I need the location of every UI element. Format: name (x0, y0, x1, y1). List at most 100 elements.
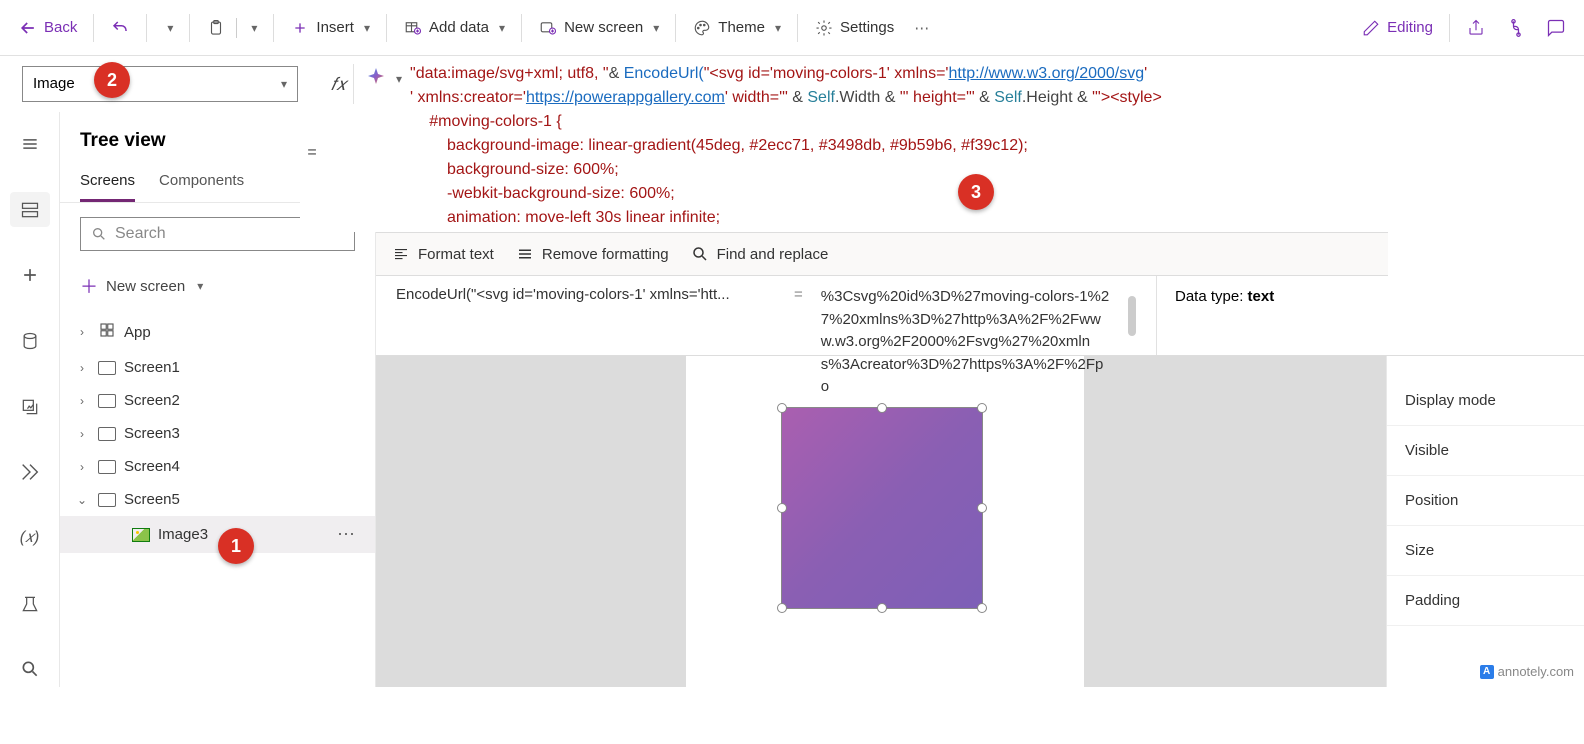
chevron-down-icon: ⌄ (74, 493, 90, 507)
new-screen-label: New screen (106, 278, 185, 295)
tree-item-screen4[interactable]: › Screen4 (60, 450, 375, 483)
annotely-icon: A (1480, 665, 1494, 679)
rail-hamburger[interactable] (10, 126, 50, 162)
chevron-right-icon: › (74, 460, 90, 474)
chevron-down-icon: ▾ (167, 21, 173, 35)
tree-new-screen[interactable]: ＋ New screen ▾ (60, 265, 375, 313)
chevron-right-icon: › (74, 361, 90, 375)
add-data-button[interactable]: Add data ▾ (393, 12, 515, 44)
tree-item-screen2[interactable]: › Screen2 (60, 384, 375, 417)
chevron-down-icon: ▾ (251, 21, 257, 35)
chevron-down-icon: ▾ (775, 21, 781, 35)
annotation-badge-2: 2 (94, 62, 130, 98)
tree-label: Screen3 (124, 425, 180, 442)
share-icon (1466, 18, 1486, 38)
screen-icon (98, 460, 116, 474)
share-button[interactable] (1456, 12, 1496, 44)
prop-padding[interactable]: Padding (1387, 576, 1584, 626)
rail-tree-view[interactable] (10, 192, 50, 228)
chevron-down-icon: ▾ (499, 21, 505, 35)
theme-button[interactable]: Theme ▾ (682, 12, 791, 44)
chevron-down-icon: ▾ (197, 279, 203, 293)
overflow-button[interactable]: ⋯ (904, 13, 939, 43)
tree-item-app[interactable]: › App (60, 313, 375, 351)
rail-variables[interactable]: (𝑥) (10, 520, 50, 556)
resize-handle[interactable] (977, 603, 987, 613)
editing-button[interactable]: Editing (1351, 12, 1443, 44)
resize-handle[interactable] (777, 403, 787, 413)
resize-handle[interactable] (977, 403, 987, 413)
tree-label: Screen1 (124, 359, 180, 376)
editing-label: Editing (1387, 19, 1433, 36)
prop-display-mode[interactable]: Display mode (1387, 376, 1584, 426)
tree-item-screen5[interactable]: ⌄ Screen5 (60, 483, 375, 516)
insert-button[interactable]: Insert ▾ (280, 12, 380, 44)
tree-label: Screen5 (124, 491, 180, 508)
top-toolbar: Back ▾ ▾ Insert ▾ Add data ▾ New screen … (0, 0, 1584, 56)
remove-formatting-button[interactable]: Remove formatting (516, 245, 669, 263)
resize-handle[interactable] (877, 403, 887, 413)
search-icon (91, 226, 107, 242)
resize-handle[interactable] (977, 503, 987, 513)
scrollbar[interactable] (1128, 296, 1136, 336)
resize-handle[interactable] (777, 503, 787, 513)
arrow-left-icon (18, 18, 38, 38)
find-replace-button[interactable]: Find and replace (691, 245, 829, 263)
screen-icon (98, 493, 116, 507)
screen-icon (98, 427, 116, 441)
tree-item-screen1[interactable]: › Screen1 (60, 351, 375, 384)
annotation-badge-1: 1 (218, 528, 254, 564)
more-icon[interactable]: ⋯ (337, 524, 365, 545)
evaluation-bar: EncodeUrl("<svg id='moving-colors-1' xml… (376, 276, 1584, 356)
paste-button[interactable] (196, 12, 236, 44)
rail-media[interactable] (10, 389, 50, 425)
new-screen-button[interactable]: New screen ▾ (528, 12, 669, 44)
check-button[interactable] (1496, 12, 1536, 44)
undo-icon (110, 18, 130, 38)
prop-position[interactable]: Position (1387, 476, 1584, 526)
separator (521, 14, 522, 42)
chevron-down-icon[interactable]: ▾ (396, 72, 402, 86)
prop-size[interactable]: Size (1387, 526, 1584, 576)
resize-handle[interactable] (877, 603, 887, 613)
undo-dropdown[interactable]: ▾ (153, 15, 183, 41)
paste-dropdown[interactable]: ▾ (237, 15, 267, 41)
screen-canvas[interactable] (686, 356, 1084, 744)
separator (189, 14, 190, 42)
separator (1449, 14, 1450, 42)
rail-data[interactable] (10, 323, 50, 359)
format-text-button[interactable]: Format text (392, 245, 494, 263)
formula-text[interactable]: "data:image/svg+xml; utf8, "& EncodeUrl(… (410, 62, 1162, 230)
plus-icon: ＋ (80, 273, 98, 299)
rail-power-automate[interactable] (10, 454, 50, 490)
rail-insert[interactable] (10, 257, 50, 293)
prop-visible[interactable]: Visible (1387, 426, 1584, 476)
back-button[interactable]: Back (8, 12, 87, 44)
tab-components[interactable]: Components (159, 166, 244, 202)
eval-result: %3Csvg%20id%3D%27moving-colors-1%27%20xm… (821, 286, 1110, 345)
comment-button[interactable] (1536, 12, 1576, 44)
search-placeholder: Search (115, 225, 166, 243)
image-icon (132, 528, 150, 542)
separator (386, 14, 387, 42)
resize-handle[interactable] (777, 603, 787, 613)
annotation-badge-3: 3 (958, 174, 994, 210)
plus-icon (290, 18, 310, 38)
tree-label: Image3 (158, 526, 208, 543)
selected-image[interactable] (782, 408, 982, 608)
chevron-down-icon: ▾ (281, 77, 287, 91)
separator (675, 14, 676, 42)
property-label: Image (33, 75, 75, 92)
copilot-icon[interactable] (364, 66, 388, 90)
fx-label: 𝑓𝑥 (324, 64, 354, 104)
property-dropdown[interactable]: Image ▾ (22, 66, 298, 102)
rail-search[interactable] (10, 651, 50, 687)
tab-screens[interactable]: Screens (80, 166, 135, 202)
chevron-right-icon: › (74, 325, 90, 339)
undo-button[interactable] (100, 12, 140, 44)
settings-button[interactable]: Settings (804, 12, 904, 44)
theme-label: Theme (718, 19, 765, 36)
tree-item-screen3[interactable]: › Screen3 (60, 417, 375, 450)
tree-label: Screen4 (124, 458, 180, 475)
rail-tools[interactable] (10, 586, 50, 622)
